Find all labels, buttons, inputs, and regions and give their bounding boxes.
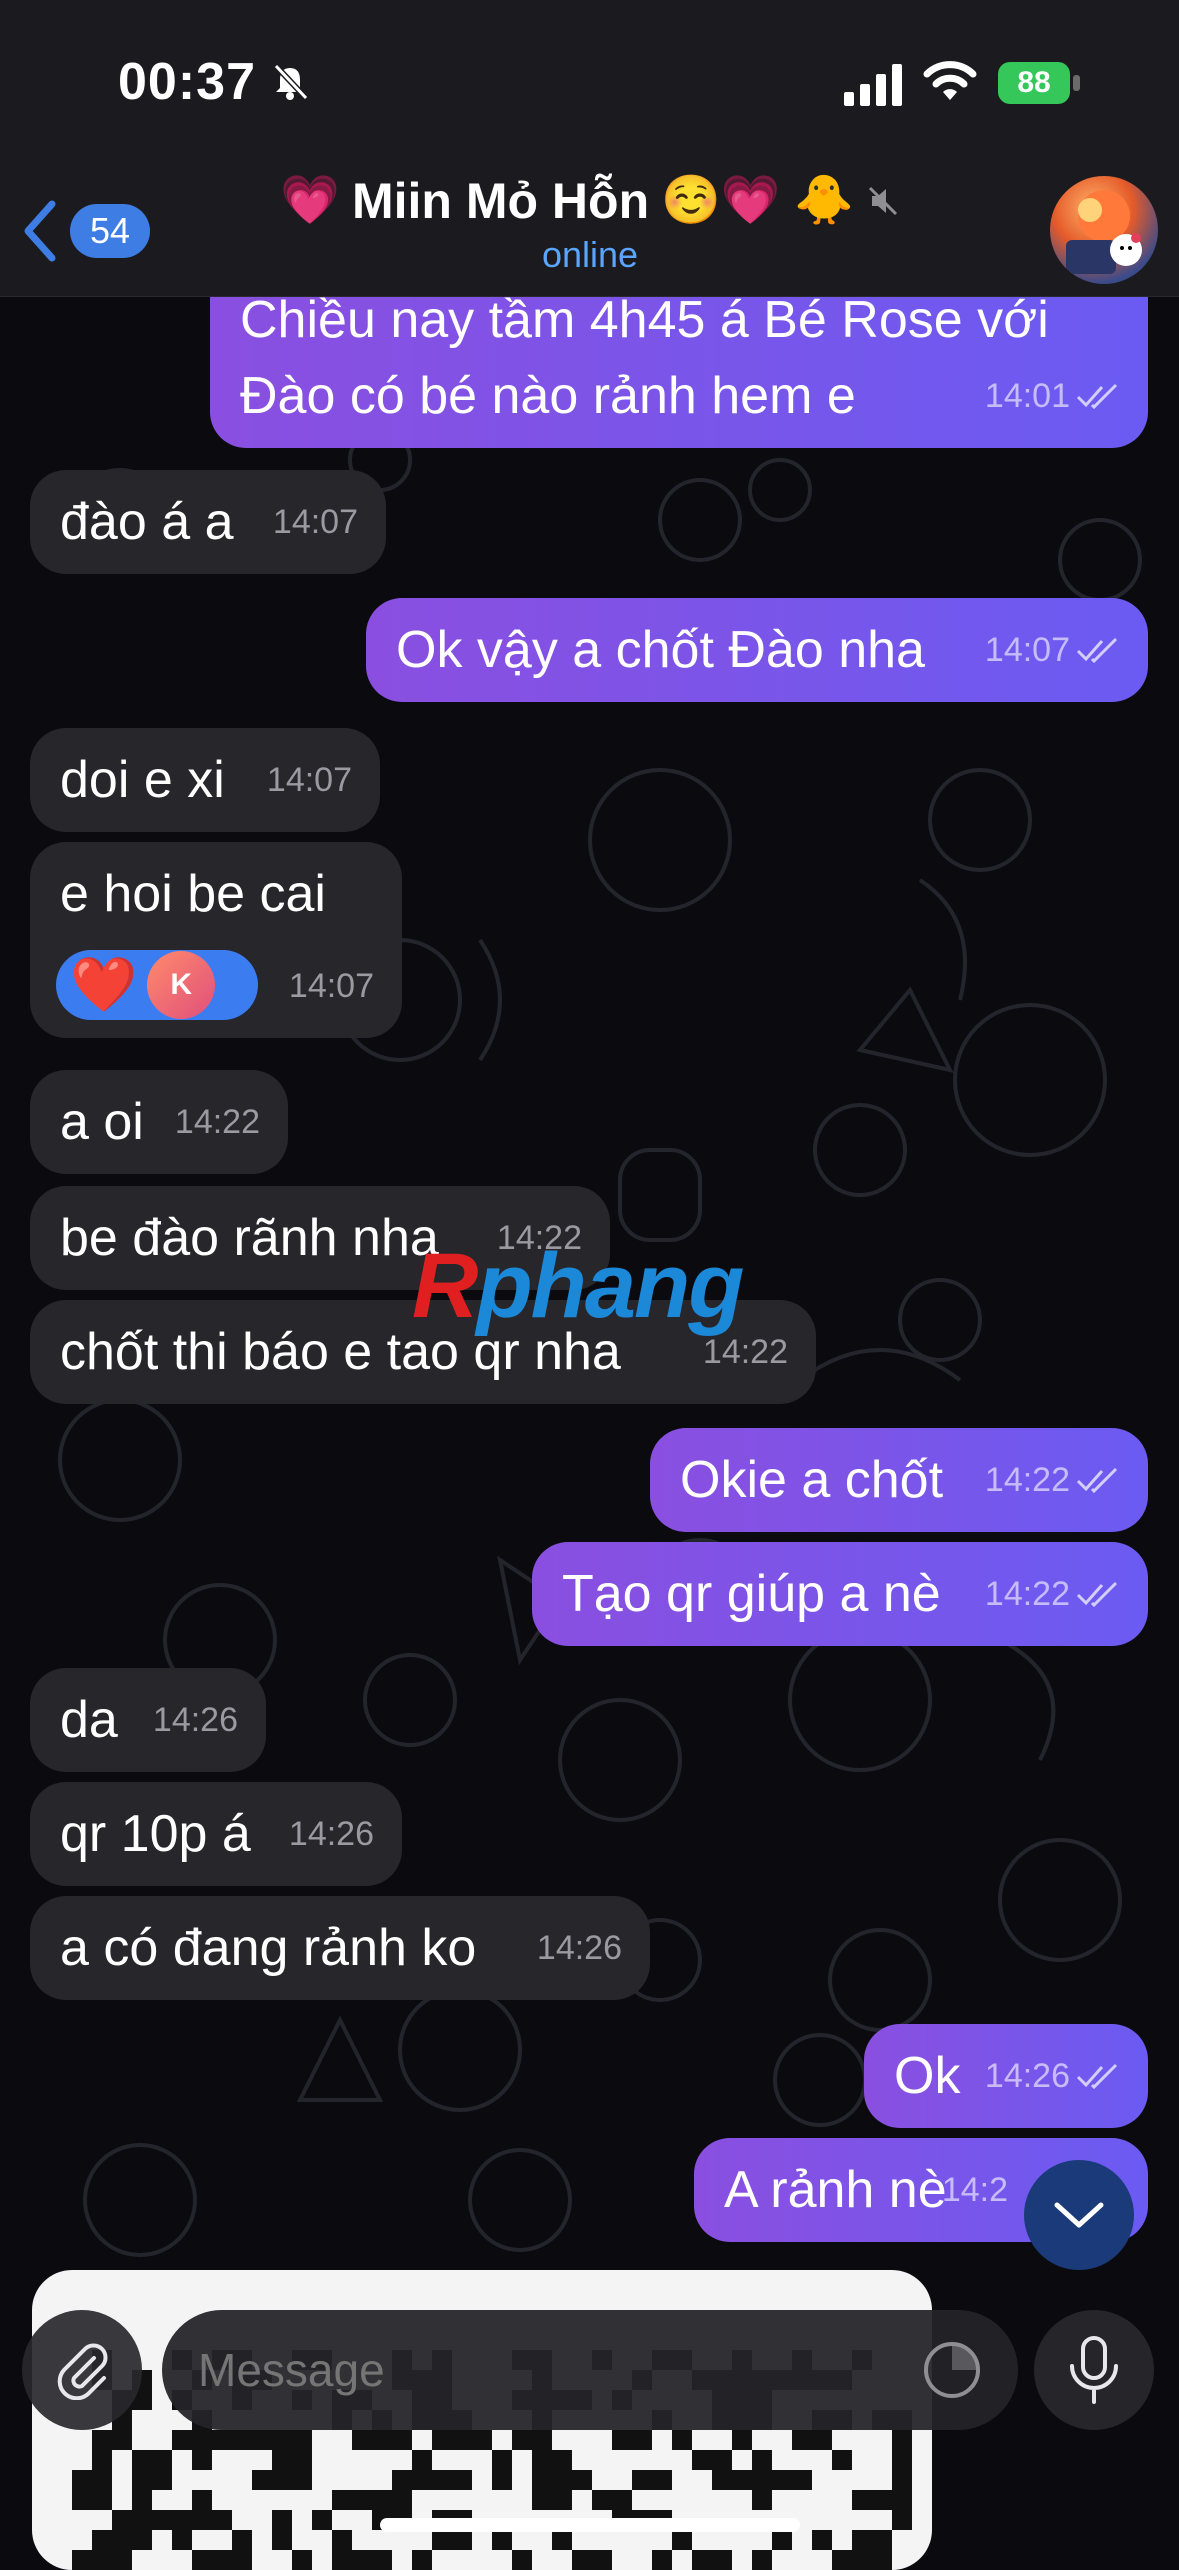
- message-bubble[interactable]: a có đang rảnh ko 14:26: [30, 1896, 650, 2000]
- message-bubble[interactable]: Ok vậy a chốt Đào nha 14:07: [366, 598, 1148, 702]
- attach-button[interactable]: [22, 2310, 142, 2430]
- avatar-image: [1066, 190, 1142, 274]
- chevron-left-icon: [24, 200, 56, 262]
- message-bubble[interactable]: a oi 14:22: [30, 1070, 288, 1174]
- message-bubble[interactable]: doi e xi 14:07: [30, 728, 380, 832]
- message-bubble[interactable]: Tạo qr giúp a nè 14:22: [532, 1542, 1148, 1646]
- online-status: online: [541, 234, 639, 275]
- message-time: 14:26: [984, 2057, 1070, 2095]
- watermark-r: R: [412, 1235, 478, 1337]
- double-check-icon: [1076, 1467, 1118, 1493]
- back-button[interactable]: 54: [22, 200, 151, 262]
- paperclip-icon: [57, 2343, 108, 2400]
- message-bubble[interactable]: đào á a 14:07: [30, 470, 386, 574]
- message-input[interactable]: [162, 2310, 1018, 2430]
- sticker-icon[interactable]: [920, 2338, 984, 2402]
- muted-speaker-icon: [868, 186, 897, 216]
- voice-record-button[interactable]: [1034, 2310, 1154, 2430]
- message-time: 14:07: [272, 503, 358, 541]
- unread-count-badge: 54: [70, 204, 151, 258]
- message-bubble[interactable]: da 14:26: [30, 1668, 266, 1772]
- chat-title-area[interactable]: 💗 Miin Mỏ Hỗn ☺️💗 🐥 online: [230, 172, 950, 276]
- message-time: 14:26: [288, 1815, 374, 1853]
- battery-level: 88: [998, 62, 1070, 104]
- title-emojis: ☺️💗 🐥: [661, 174, 854, 227]
- message-time: 14:26: [536, 1929, 622, 1967]
- message-time: 14:07: [288, 967, 374, 1005]
- double-check-icon: [1076, 2063, 1118, 2089]
- heart-emoji: 💗: [280, 174, 340, 227]
- watermark-logo: Rphang: [412, 1234, 744, 1339]
- watermark-text: phang: [476, 1235, 744, 1337]
- double-check-icon: [1076, 637, 1118, 663]
- scroll-to-bottom-button[interactable]: [1024, 2160, 1134, 2270]
- message-bubble[interactable]: qr 10p á 14:26: [30, 1782, 402, 1886]
- contact-avatar[interactable]: [1050, 176, 1158, 284]
- reactor-avatar: K: [147, 951, 216, 1019]
- heart-reaction-icon: ❤️: [70, 955, 138, 1015]
- message-time: 14:22: [984, 1575, 1070, 1613]
- clock: 00:37: [118, 53, 256, 111]
- message-bubble[interactable]: e hoi be cai ❤️ K 14:07: [30, 842, 402, 1038]
- message-text: e hoi be cai: [60, 865, 326, 923]
- home-indicator: [380, 2518, 800, 2532]
- message-time: 14:07: [984, 631, 1070, 669]
- cellular-signal-icon: [844, 64, 902, 106]
- double-check-icon: [1076, 383, 1118, 409]
- battery-indicator: 88: [998, 62, 1082, 104]
- chat-header: 54 💗 Miin Mỏ Hỗn ☺️💗 🐥 online: [0, 160, 1179, 297]
- message-time: 14:22: [984, 1461, 1070, 1499]
- message-bubble[interactable]: Okie a chốt 14:22: [650, 1428, 1148, 1532]
- message-bubble[interactable]: Ok 14:26: [864, 2024, 1148, 2128]
- message-time: 14:26: [152, 1701, 238, 1739]
- double-check-icon: [1076, 1581, 1118, 1607]
- message-time: 14:01: [984, 377, 1070, 415]
- wifi-icon: [923, 61, 977, 100]
- message-time: 14:07: [266, 761, 352, 799]
- microphone-icon: [1070, 2336, 1118, 2404]
- message-time: 14:2: [941, 2171, 1008, 2209]
- status-bar: 00:37 88: [0, 0, 1179, 160]
- chat-title: Miin Mỏ Hỗn: [351, 173, 650, 229]
- reaction-pill[interactable]: ❤️ K: [56, 950, 258, 1020]
- do-not-disturb-icon: [273, 63, 309, 101]
- battery-cap: [1073, 75, 1080, 91]
- message-time: 14:22: [174, 1103, 260, 1141]
- chevron-down-icon: [1054, 2202, 1104, 2228]
